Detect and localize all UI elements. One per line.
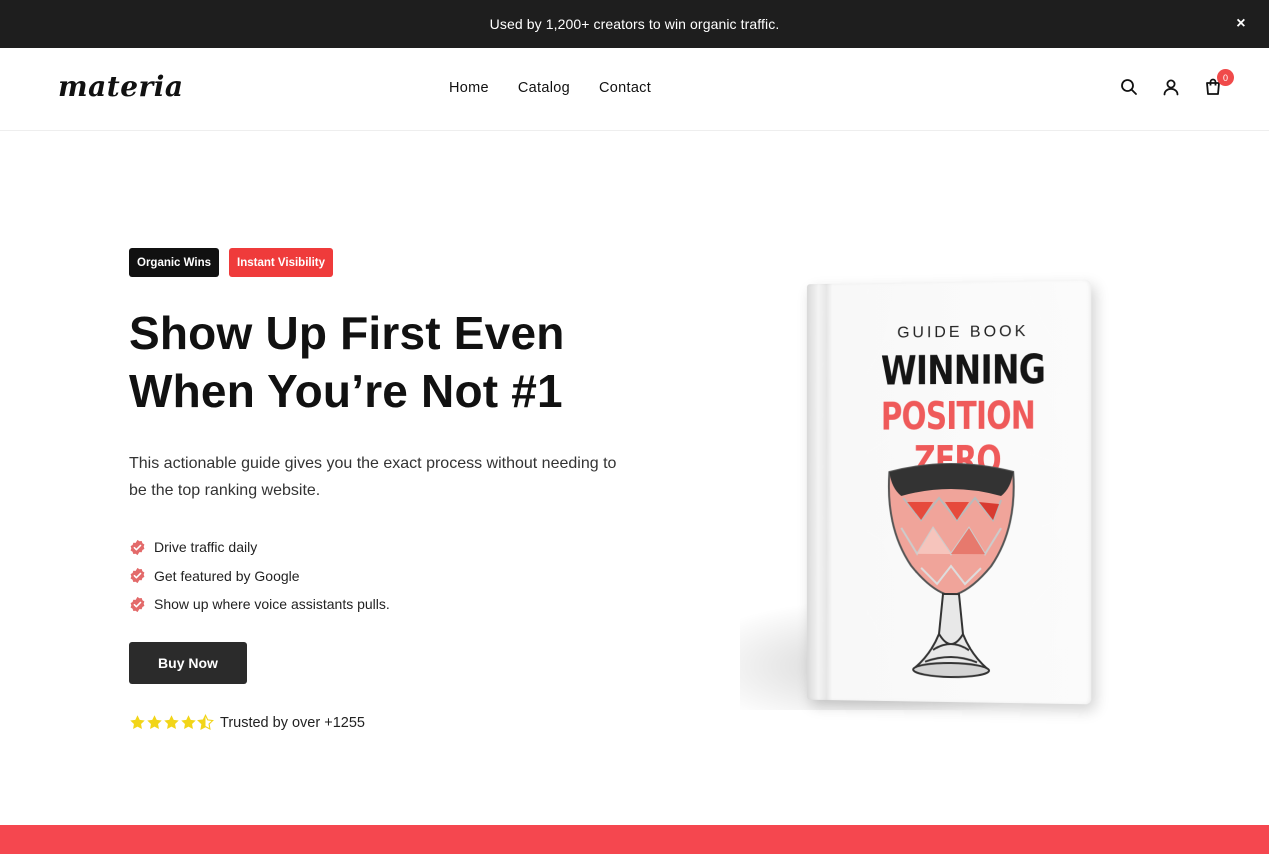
hero-headline: Show Up First Even When You’re Not #1 <box>129 304 649 420</box>
star-icon <box>147 715 162 729</box>
cart-icon[interactable]: 0 <box>1203 69 1234 98</box>
goblet-illustration <box>882 458 1022 685</box>
book-title-line-1: WINNING <box>880 346 1046 395</box>
headline-line-1: Show Up First Even <box>129 307 565 359</box>
star-icon <box>164 715 179 729</box>
search-icon[interactable] <box>1119 76 1139 98</box>
announcement-text: Used by 1,200+ creators to win organic t… <box>489 16 780 32</box>
check-badge-icon <box>129 567 146 584</box>
star-icon <box>130 715 145 729</box>
feature-item: Get featured by Google <box>129 562 390 591</box>
star-icon <box>181 715 196 729</box>
badge-organic-wins: Organic Wins <box>129 248 220 277</box>
check-badge-icon <box>129 539 146 556</box>
star-half-icon <box>197 714 214 730</box>
badge-instant-visibility: Instant Visibility <box>229 248 334 277</box>
headline-line-2: When You’re Not #1 <box>129 365 563 417</box>
header-icons: 0 <box>1119 69 1234 98</box>
trust-row: Trusted by over +1255 <box>129 714 365 731</box>
logo[interactable]: materia <box>58 70 184 103</box>
feature-list: Drive traffic daily Get featured by Goog… <box>129 533 390 619</box>
feature-item: Show up where voice assistants pulls. <box>129 590 390 619</box>
book-cover: GUIDE BOOK WINNING POSITION ZERO <box>806 279 1092 705</box>
hero-badges: Organic Wins Instant Visibility <box>129 248 334 277</box>
cart-count-badge: 0 <box>1217 69 1234 86</box>
feature-text: Get featured by Google <box>154 567 300 584</box>
main-nav: Home Catalog Contact <box>449 80 651 96</box>
site-header: materia Home Catalog Contact 0 <box>0 48 1269 131</box>
announcement-bar: Used by 1,200+ creators to win organic t… <box>0 0 1269 48</box>
bottom-accent-bar <box>0 825 1269 854</box>
nav-home[interactable]: Home <box>449 80 489 96</box>
hero-description: This actionable guide gives you the exac… <box>129 455 617 499</box>
close-icon[interactable]: × <box>1231 14 1251 34</box>
feature-text: Show up where voice assistants pulls. <box>154 596 390 613</box>
trust-text: Trusted by over +1255 <box>220 714 365 731</box>
feature-item: Drive traffic daily <box>129 533 390 562</box>
buy-now-button[interactable]: Buy Now <box>129 642 247 684</box>
check-badge-icon <box>129 596 146 613</box>
feature-text: Drive traffic daily <box>154 539 258 556</box>
star-rating <box>129 714 214 731</box>
book-kicker: GUIDE BOOK <box>897 322 1029 342</box>
account-icon[interactable] <box>1161 76 1181 98</box>
nav-catalog[interactable]: Catalog <box>518 80 570 96</box>
nav-contact[interactable]: Contact <box>599 80 651 96</box>
